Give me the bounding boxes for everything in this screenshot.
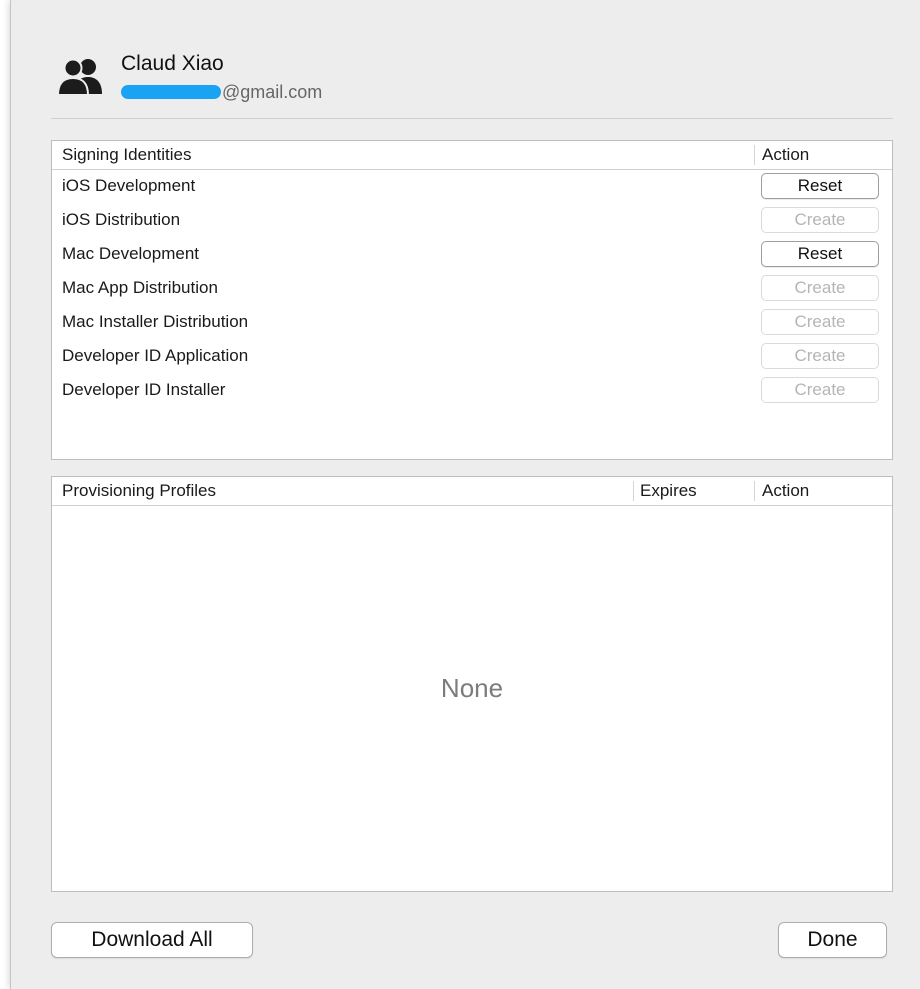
account-details-sheet: Claud Xiao @gmail.com Signing Identities…	[10, 0, 920, 989]
account-email-domain: @gmail.com	[222, 81, 323, 102]
account-email: @gmail.com	[121, 82, 322, 102]
create-button: Create	[761, 275, 879, 301]
signing-identity-label: Mac Development	[62, 244, 200, 263]
expires-column-header[interactable]: Expires	[640, 481, 697, 501]
create-button: Create	[761, 377, 879, 403]
signing-identity-label: iOS Distribution	[62, 210, 181, 229]
account-header: Claud Xiao @gmail.com	[51, 46, 893, 119]
signing-identities-column-header[interactable]: Signing Identities	[62, 145, 191, 165]
provisioning-profiles-header-row: Provisioning Profiles Expires Action	[52, 477, 892, 506]
signing-identity-row[interactable]: Mac Installer Distribution Create	[52, 306, 892, 340]
provisioning-profiles-column-header[interactable]: Provisioning Profiles	[62, 481, 216, 501]
empty-state-text: None	[440, 673, 504, 703]
signing-identity-row[interactable]: Developer ID Application Create	[52, 340, 892, 374]
signing-identity-label: Developer ID Installer	[62, 380, 226, 399]
signing-identity-row[interactable]: Developer ID Installer Create	[52, 374, 892, 408]
email-redaction	[121, 85, 221, 99]
signing-identities-rows: iOS Development Reset iOS Distribution Crea…	[52, 170, 892, 408]
reset-button[interactable]: Reset	[761, 173, 879, 199]
signing-identities-table: Signing Identities Action iOS Developmen…	[51, 140, 893, 460]
create-button: Create	[761, 309, 879, 335]
signing-identity-row[interactable]: Mac App Distribution Create	[52, 272, 892, 306]
done-button[interactable]: Done	[778, 922, 887, 958]
signing-identity-label: Mac Installer Distribution	[62, 312, 249, 331]
column-separator	[633, 481, 634, 501]
download-all-button[interactable]: Download All	[51, 922, 253, 958]
account-name: Claud Xiao	[121, 52, 224, 75]
signing-action-column-header[interactable]: Action	[762, 145, 809, 165]
signing-identity-row[interactable]: iOS Distribution Create	[52, 204, 892, 238]
signing-identities-header-row: Signing Identities Action	[52, 141, 892, 170]
signing-identity-label: Mac App Distribution	[62, 278, 218, 297]
signing-identity-row[interactable]: Mac Development Reset	[52, 238, 892, 272]
signing-identity-row[interactable]: iOS Development Reset	[52, 170, 892, 204]
provisioning-profiles-table: Provisioning Profiles Expires Action Non…	[51, 476, 893, 892]
column-separator	[754, 481, 755, 501]
profiles-action-column-header[interactable]: Action	[762, 481, 809, 501]
signing-identity-label: Developer ID Application	[62, 346, 249, 365]
signing-identity-label: iOS Development	[62, 176, 196, 195]
column-separator	[754, 145, 755, 165]
reset-button[interactable]: Reset	[761, 241, 879, 267]
create-button: Create	[761, 207, 879, 233]
create-button: Create	[761, 343, 879, 369]
people-icon	[56, 58, 102, 96]
